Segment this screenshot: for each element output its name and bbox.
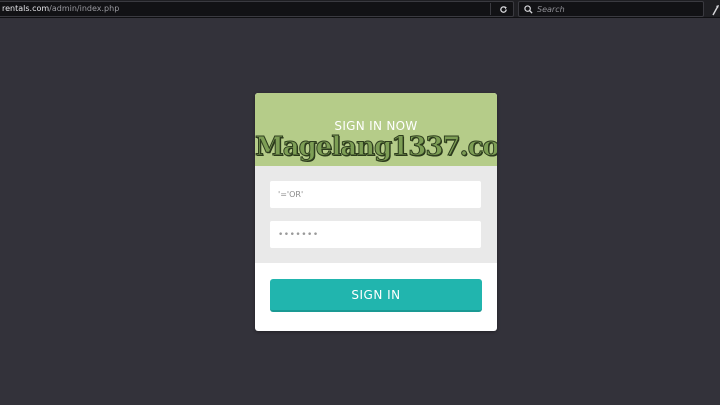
search-box[interactable] [518,1,704,17]
login-fields-panel [255,166,497,263]
address-bar-divider [490,3,491,15]
toolbar-overflow-icon[interactable] [711,2,720,16]
login-header: SIGN IN NOW Magelang1337.com [255,93,497,166]
search-icon [524,4,533,14]
address-bar[interactable]: rentals.com/admin/index.php [0,1,514,17]
search-input[interactable] [537,4,697,14]
url-domain: rentals.com [2,4,50,13]
reload-icon [499,5,507,13]
watermark-overlay: Magelang1337.com [255,132,497,163]
reload-button[interactable] [495,2,511,16]
browser-toolbar: rentals.com/admin/index.php [0,0,720,18]
url-path: /admin/index.php [49,4,120,13]
password-input[interactable] [270,221,481,248]
login-title: SIGN IN NOW [334,119,418,133]
login-card: SIGN IN NOW Magelang1337.com SIGN IN [255,93,497,331]
sign-in-button[interactable]: SIGN IN [270,279,482,312]
username-input[interactable] [270,181,481,208]
